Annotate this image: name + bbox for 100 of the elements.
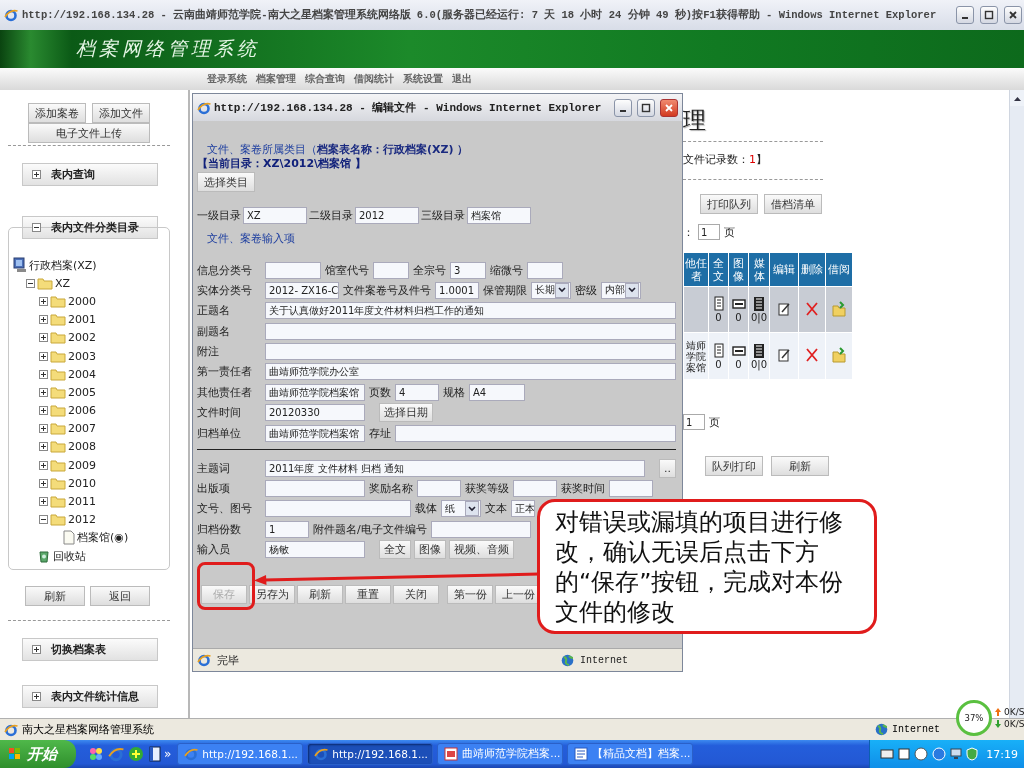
text-field[interactable]: XZ: [243, 206, 307, 224]
text-field[interactable]: 2012- ZX16-C: [265, 281, 339, 299]
tree-item[interactable]: 2006: [68, 404, 96, 418]
scroll-up-button[interactable]: [1010, 90, 1024, 106]
panel-header[interactable]: 表内文件分类目录: [22, 216, 158, 239]
tree-item[interactable]: XZ: [55, 276, 71, 290]
nav-link[interactable]: 退出: [452, 72, 472, 86]
dropdown[interactable]: 内部: [601, 281, 641, 299]
tree-item[interactable]: 2011: [68, 495, 96, 509]
tree-item[interactable]: 2009: [68, 458, 96, 472]
text-field[interactable]: [265, 500, 411, 518]
panel-header[interactable]: 表内文件统计信息: [22, 685, 158, 709]
text-field[interactable]: [395, 424, 676, 442]
text-field[interactable]: 关于认真做好2011年度文件材料归档工作的通知: [265, 302, 676, 320]
text-field[interactable]: 4: [395, 383, 439, 401]
text-field[interactable]: [265, 261, 321, 279]
tree-item[interactable]: 2000: [68, 294, 96, 308]
sidebar-button[interactable]: 刷新: [25, 586, 85, 607]
text-field[interactable]: [265, 480, 365, 497]
toolbar-button[interactable]: 刷新: [771, 456, 829, 476]
maximize-button[interactable]: [637, 98, 655, 117]
close-button[interactable]: [1004, 6, 1022, 24]
text-field[interactable]: 20120330: [265, 404, 365, 422]
close-button[interactable]: [660, 98, 678, 117]
form-label: 实体分类号: [197, 282, 253, 298]
computer-icon: [13, 257, 27, 274]
action-button[interactable]: 第一份: [447, 584, 493, 604]
sidebar-button[interactable]: 添加案卷: [28, 103, 86, 123]
form-button[interactable]: 全文: [379, 540, 411, 560]
page-field[interactable]: 1: [698, 224, 720, 240]
panel-title: 表内查询: [51, 167, 95, 182]
text-field[interactable]: 2012: [355, 206, 419, 224]
column-header: 媒体: [748, 252, 770, 287]
toolbar-button[interactable]: 队列打印: [705, 456, 763, 476]
tree-item[interactable]: 2005: [68, 385, 96, 399]
taskbar-item[interactable]: http://192.168.1...: [177, 743, 304, 765]
nav-link[interactable]: 借阅统计: [354, 72, 394, 86]
select-category-button[interactable]: 选择类目: [197, 172, 255, 192]
sidebar-button[interactable]: 电子文件上传: [28, 123, 150, 143]
form-button[interactable]: 选择日期: [379, 403, 433, 423]
text-field[interactable]: A4: [469, 383, 525, 401]
taskbar-item[interactable]: 曲靖师范学院档案...: [437, 743, 564, 765]
sidebar-button[interactable]: 返回: [90, 586, 150, 607]
nav-link[interactable]: 系统设置: [403, 72, 443, 86]
text-field[interactable]: 正本: [511, 500, 535, 518]
nav-link[interactable]: 综合查询: [305, 72, 345, 86]
tree-item[interactable]: 行政档案(XZ): [29, 257, 97, 273]
action-button[interactable]: 关闭: [393, 584, 439, 604]
minimize-button[interactable]: [956, 6, 974, 24]
text-field[interactable]: 1.0001: [435, 281, 479, 299]
tree-item[interactable]: 2004: [68, 367, 96, 381]
nav-link[interactable]: 档案管理: [256, 72, 296, 86]
text-field[interactable]: 曲靖师范学院档案馆: [265, 383, 365, 401]
text-field[interactable]: 1: [265, 520, 309, 538]
action-button[interactable]: 另存为: [249, 584, 295, 604]
text-field[interactable]: [430, 520, 531, 538]
maximize-button[interactable]: [980, 6, 998, 24]
action-button[interactable]: 刷新: [297, 584, 343, 604]
text-field[interactable]: 档案馆: [467, 206, 531, 224]
text-field[interactable]: [417, 480, 461, 497]
text-field[interactable]: 曲靖师范学院档案馆: [265, 424, 365, 442]
more-button[interactable]: »: [164, 747, 172, 761]
panel-header[interactable]: 表内查询: [22, 163, 158, 186]
text-field[interactable]: [513, 480, 557, 497]
form-label: 三级目录: [421, 207, 465, 223]
form-button[interactable]: 图像: [414, 540, 446, 560]
tree-item[interactable]: 2010: [68, 476, 96, 490]
text-field[interactable]: 曲靖师范学院办公室: [265, 363, 676, 381]
dropdown[interactable]: 纸: [441, 500, 481, 518]
form-button[interactable]: 视频、音频: [449, 540, 514, 560]
action-button[interactable]: 重置: [345, 584, 391, 604]
panel-header[interactable]: 切换档案表: [22, 638, 158, 662]
tree-item[interactable]: 2001: [68, 313, 96, 327]
taskbar-item[interactable]: 【精品文档】档案...: [567, 743, 694, 765]
film-icon: [752, 296, 766, 312]
minimize-button[interactable]: [614, 98, 632, 117]
text-field[interactable]: [609, 480, 653, 497]
nav-link[interactable]: 登录系统: [207, 72, 247, 86]
tree-item[interactable]: 2002: [68, 331, 96, 345]
text-field[interactable]: 3: [450, 261, 486, 279]
text-field[interactable]: [373, 261, 409, 279]
tree-item[interactable]: 2012: [68, 513, 96, 527]
taskbar-item[interactable]: http://192.168.1...: [307, 743, 434, 765]
tree-item[interactable]: 2003: [68, 349, 96, 363]
tree-item[interactable]: 2008: [68, 440, 96, 454]
toolbar-button[interactable]: 借档清单: [764, 194, 822, 214]
text-field[interactable]: [265, 343, 676, 361]
dropdown[interactable]: 长期: [531, 281, 571, 299]
text-field[interactable]: [265, 322, 676, 340]
tree-item[interactable]: 档案馆(◉): [77, 530, 129, 546]
delete-icon: [805, 347, 819, 363]
toolbar-button[interactable]: 打印队列: [700, 194, 758, 214]
form-button[interactable]: ..: [659, 458, 676, 478]
sidebar-button[interactable]: 添加文件: [92, 103, 150, 123]
text-field[interactable]: 杨敏: [265, 541, 365, 559]
text-field[interactable]: [527, 261, 563, 279]
tree-item[interactable]: 2007: [68, 422, 96, 436]
tree-item[interactable]: 回收站: [53, 548, 86, 564]
text-field[interactable]: 2011年度 文件材料 归档 通知: [265, 459, 645, 477]
page-field[interactable]: 1: [683, 414, 705, 430]
